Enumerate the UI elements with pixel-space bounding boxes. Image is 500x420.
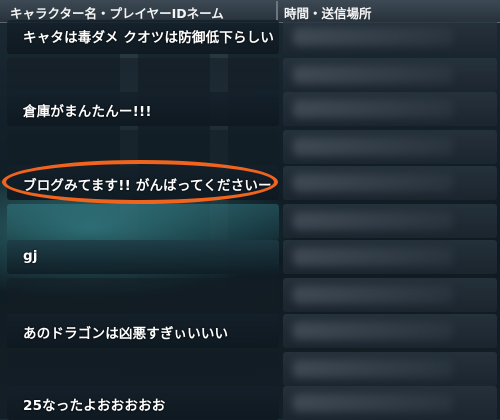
message-text: あのドラゴンは凶悪すぎぃいいい bbox=[23, 326, 229, 342]
time-location-cell bbox=[283, 314, 497, 348]
time-location-cell bbox=[283, 278, 497, 312]
redacted-info bbox=[293, 248, 453, 266]
message-row[interactable]: 倉庫がまんたんー!!! bbox=[3, 92, 497, 126]
redacted-info bbox=[293, 66, 453, 84]
sender-row[interactable] bbox=[3, 130, 497, 166]
time-location-cell bbox=[283, 352, 497, 386]
sender-row[interactable] bbox=[3, 352, 497, 388]
sender-cell bbox=[7, 352, 279, 388]
message-cell: 倉庫がまんたんー!!! bbox=[7, 92, 279, 126]
redacted-info bbox=[293, 360, 453, 378]
message-cell: あのドラゴンは凶悪すぎぃいいい bbox=[7, 314, 279, 348]
sender-row[interactable] bbox=[3, 278, 497, 314]
time-location-cell bbox=[283, 58, 497, 92]
time-location-cell bbox=[283, 92, 497, 126]
time-location-cell bbox=[283, 386, 497, 420]
message-cell: gj bbox=[7, 240, 279, 274]
redacted-info bbox=[293, 100, 453, 118]
redacted-info bbox=[293, 174, 453, 192]
message-text: キャタは毒ダメ クオツは防御低下らしい bbox=[23, 30, 275, 46]
message-row[interactable]: 25なったよおおおおお bbox=[3, 386, 497, 420]
message-cell: ブログみてます!! がんばってくださいー bbox=[7, 166, 279, 200]
sender-cell bbox=[7, 278, 279, 314]
message-row[interactable]: あのドラゴンは凶悪すぎぃいいい bbox=[3, 314, 497, 348]
sender-cell bbox=[7, 58, 279, 94]
redacted-info bbox=[293, 322, 453, 340]
message-cell: キャタは毒ダメ クオツは防御低下らしい bbox=[7, 20, 279, 54]
column-divider bbox=[276, 1, 278, 20]
time-location-cell bbox=[283, 240, 497, 274]
sender-cell bbox=[7, 204, 279, 240]
redacted-info bbox=[293, 286, 453, 304]
redacted-info bbox=[293, 28, 453, 46]
sender-cell bbox=[7, 130, 279, 166]
time-location-cell bbox=[283, 20, 497, 54]
message-text: ブログみてます!! がんばってくださいー bbox=[23, 178, 272, 194]
message-row[interactable]: gj bbox=[3, 240, 497, 274]
message-row-highlighted[interactable]: ブログみてます!! がんばってくださいー bbox=[3, 166, 497, 200]
sender-row[interactable] bbox=[3, 204, 497, 240]
sender-row[interactable] bbox=[3, 58, 497, 94]
message-row[interactable]: キャタは毒ダメ クオツは防御低下らしい bbox=[3, 20, 497, 54]
redacted-info bbox=[293, 138, 453, 156]
redacted-info bbox=[293, 394, 453, 412]
message-cell: 25なったよおおおおお bbox=[7, 386, 279, 420]
redacted-info bbox=[293, 212, 453, 230]
time-location-cell bbox=[283, 166, 497, 200]
time-location-cell bbox=[283, 130, 497, 164]
message-text: 25なったよおおおおお bbox=[23, 398, 166, 414]
time-location-cell bbox=[283, 204, 497, 238]
message-text: 倉庫がまんたんー!!! bbox=[23, 104, 152, 120]
message-text: gj bbox=[23, 248, 38, 264]
